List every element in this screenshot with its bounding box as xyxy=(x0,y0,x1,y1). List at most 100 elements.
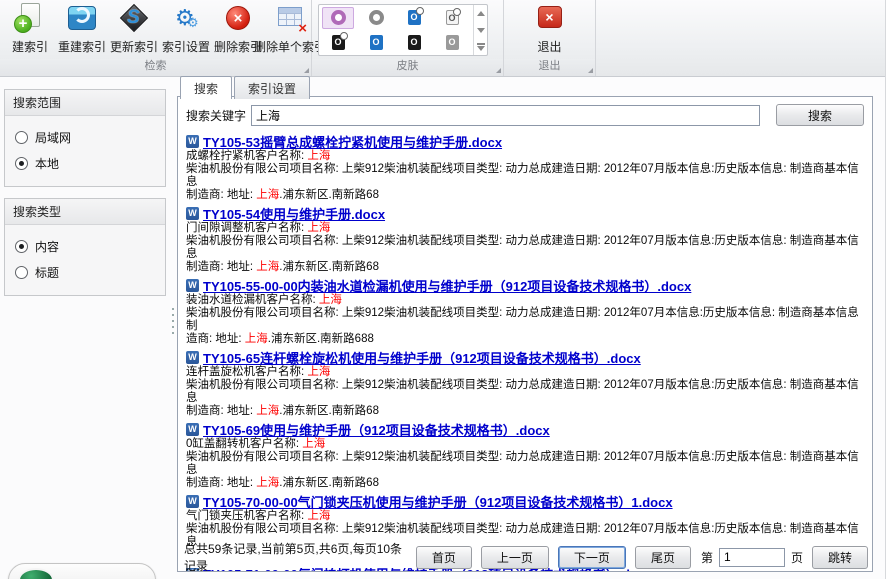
skin-ring-purple-icon xyxy=(331,10,346,25)
delete-single-index-icon: × xyxy=(273,3,307,35)
result-link[interactable]: TY105-65连杆螺栓旋松机使用与维护手册（912项目设备技术规格书）.doc… xyxy=(203,348,641,367)
snippet-text: 装油水道检漏机客户名称: xyxy=(186,294,319,306)
pagination-button-首页[interactable]: 首页 xyxy=(416,546,472,569)
ribbon-button-index-settings[interactable]: ⚙⚙ 索引设置 xyxy=(160,1,212,55)
highlight-keyword: 上海 xyxy=(302,438,325,450)
radio-option-内容[interactable]: 内容 xyxy=(15,233,155,259)
tab-index-settings-label: 索引设置 xyxy=(248,82,296,96)
floating-widget[interactable] xyxy=(8,563,156,579)
skin-office-white-clock-icon: O xyxy=(446,10,459,25)
sidebar-group-body: 局域网本地 xyxy=(5,116,165,186)
snippet-text: 柴油机股份有限公司项目名称: 上柴912柴油机装配线项目类型: 动力总成建造日期… xyxy=(186,451,859,476)
search-button[interactable]: 搜索 xyxy=(776,104,864,126)
page-number-input[interactable] xyxy=(719,548,785,567)
snippet-text: 柴油机股份有限公司项目名称: 上柴912柴油机装配线项目类型: 动力总成建造日期… xyxy=(186,307,859,332)
snippet-text: 气门锁夹压机客户名称: xyxy=(186,510,307,522)
ribbon-button-rebuild-index[interactable]: 重建索引 xyxy=(56,1,108,55)
result-item: W TY105-55-00-00内装油水道检漏机使用与维护手册（912项目设备技术… xyxy=(186,277,864,346)
exit-icon: × xyxy=(533,3,567,35)
update-index-icon: S xyxy=(117,3,151,35)
highlight-keyword: 上海 xyxy=(307,510,330,522)
result-item: WTY105-65连杆螺栓旋松机使用与维护手册（912项目设备技术规格书）.do… xyxy=(186,349,864,418)
sidebar-group-body: 内容标题 xyxy=(5,225,165,295)
word-doc-icon: W xyxy=(186,279,199,292)
result-link[interactable]: TY105-55-00-00内装油水道检漏机使用与维护手册（912项目设备技术规… xyxy=(203,276,691,295)
pagination-button-上一页[interactable]: 上一页 xyxy=(481,546,549,569)
pagination-button-下一页[interactable]: 下一页 xyxy=(558,546,626,569)
dialog-launcher-icon[interactable] xyxy=(304,68,309,73)
highlight-keyword: 上海 xyxy=(307,150,330,162)
skin-office-white-clock[interactable]: O xyxy=(436,7,468,29)
ribbon-group-index-caption: 检索 xyxy=(0,59,311,76)
highlight-keyword: 上海 xyxy=(256,261,279,273)
search-input[interactable] xyxy=(251,105,760,126)
highlight-keyword: 上海 xyxy=(256,405,279,417)
result-snippet: 连杆盖旋松机客户名称: 上海柴油机股份有限公司项目名称: 上柴912柴油机装配线… xyxy=(186,366,864,418)
tab-index-settings[interactable]: 索引设置 xyxy=(234,76,310,99)
skin-ring-gray[interactable] xyxy=(360,7,392,29)
sidebar-group-type: 搜索类型内容标题 xyxy=(4,198,166,296)
result-link[interactable]: TY105-70-00-00气门锁夹压机使用与维护手册（912项目设备技术规格书… xyxy=(203,492,673,511)
snippet-text: 门间隙调整机客户名称: xyxy=(186,222,307,234)
word-doc-icon: W xyxy=(186,495,199,508)
pagination-summary: 总共59条记录,当前第5页,共6页,每页10条记录 xyxy=(184,540,407,571)
ribbon-button-label: 索引设置 xyxy=(162,38,210,55)
result-title: W TY105-54使用与维护手册.docx xyxy=(186,205,864,222)
splitter-handle[interactable] xyxy=(170,78,176,579)
result-link[interactable]: TY105-54使用与维护手册.docx xyxy=(203,204,385,223)
new-index-icon: + xyxy=(13,3,47,35)
result-link[interactable]: TY105-69使用与维护手册（912项目设备技术规格书）.docx xyxy=(203,420,550,439)
skin-office-black-clock[interactable]: O xyxy=(322,32,354,54)
clock-badge-icon xyxy=(340,32,348,40)
skin-office-blue[interactable]: O xyxy=(360,32,392,54)
snippet-text: 柴油机股份有限公司项目名称: 上柴912柴油机装配线项目类型: 动力总成建造日期… xyxy=(186,235,859,260)
ribbon-group-skin-label: 皮肤 xyxy=(397,60,419,72)
gallery-expand-icon[interactable] xyxy=(474,38,487,55)
ribbon-button-label: 重建索引 xyxy=(58,38,106,55)
result-item: WTY105-53摇臂总成螺栓拧紧机使用与维护手册.docx成螺栓拧紧机客户名称… xyxy=(186,133,864,202)
radio-option-局域网[interactable]: 局域网 xyxy=(15,124,155,150)
sidebar-group-scope: 搜索范围局域网本地 xyxy=(4,89,166,187)
ribbon-group-index-label: 检索 xyxy=(145,60,167,72)
result-title: WTY105-65连杆螺栓旋松机使用与维护手册（912项目设备技术规格书）.do… xyxy=(186,349,864,366)
snippet-text: .浦东新区.南新路68 xyxy=(279,189,379,201)
skin-office-black[interactable]: O xyxy=(398,32,430,54)
snippet-text: 成螺栓拧紧机客户名称: xyxy=(186,150,307,162)
dialog-launcher-icon[interactable] xyxy=(588,68,593,73)
tab-strip: 搜索 索引设置 xyxy=(180,76,312,99)
skin-ring-purple[interactable] xyxy=(322,7,354,29)
ribbon-button-delete-single-index[interactable]: ×删除单个索引 xyxy=(264,1,316,55)
pagination-button-尾页[interactable]: 尾页 xyxy=(635,546,691,569)
ribbon-group-exit-caption: 退出 xyxy=(504,59,595,76)
snippet-text: 制造商: 地址: xyxy=(186,477,256,489)
tab-search[interactable]: 搜索 xyxy=(180,76,232,99)
snippet-text: .浦东新区.南新路68 xyxy=(279,261,379,273)
highlight-keyword: 上海 xyxy=(256,189,279,201)
exit-button[interactable]: × 退出 xyxy=(524,1,576,55)
highlight-keyword: 上海 xyxy=(307,366,330,378)
clock-badge-icon xyxy=(453,8,461,16)
dialog-launcher-icon[interactable] xyxy=(496,68,501,73)
highlight-keyword: 上海 xyxy=(245,333,268,345)
ribbon-group-skin-caption: 皮肤 xyxy=(312,59,503,76)
skin-office-gray[interactable]: O xyxy=(436,32,468,54)
snippet-text: 连杆盖旋松机客户名称: xyxy=(186,366,307,378)
result-link[interactable]: TY105-53摇臂总成螺栓拧紧机使用与维护手册.docx xyxy=(203,132,502,151)
ribbon-group-index: +建索引重建索引S更新索引⚙⚙索引设置×删除索引×删除单个索引 检索 xyxy=(0,0,312,76)
green-orb-icon xyxy=(18,568,54,579)
radio-option-标题[interactable]: 标题 xyxy=(15,259,155,285)
word-doc-icon: W xyxy=(186,207,199,220)
index-settings-icon: ⚙⚙ xyxy=(169,3,203,35)
radio-icon xyxy=(15,157,28,170)
gallery-scroll-up-icon[interactable] xyxy=(474,5,487,22)
result-title: W TY105-69使用与维护手册（912项目设备技术规格书）.docx xyxy=(186,421,864,438)
radio-option-本地[interactable]: 本地 xyxy=(15,150,155,176)
page-suffix-label: 页 xyxy=(791,549,803,566)
gallery-scroll-down-icon[interactable] xyxy=(474,22,487,39)
jump-button[interactable]: 跳转 xyxy=(812,546,868,569)
word-doc-icon: W xyxy=(186,423,199,436)
tab-search-label: 搜索 xyxy=(194,82,218,96)
ribbon-button-new-index[interactable]: +建索引 xyxy=(4,1,56,55)
skin-office-blue-clock[interactable]: O xyxy=(398,7,430,29)
ribbon-button-update-index[interactable]: S更新索引 xyxy=(108,1,160,55)
